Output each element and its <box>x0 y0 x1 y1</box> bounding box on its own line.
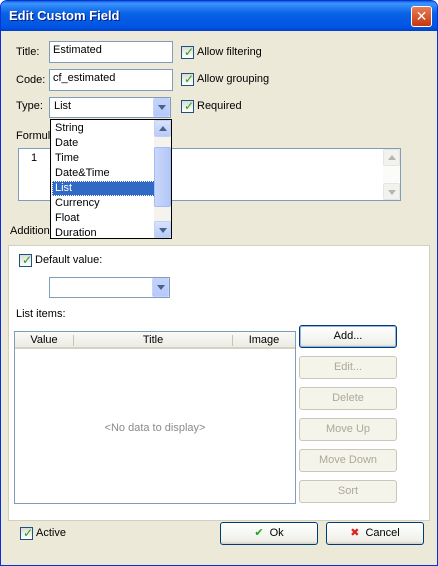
dropdown-scroll-down-button[interactable] <box>154 221 171 238</box>
default-value-select[interactable] <box>49 277 170 298</box>
dropdown-option-list[interactable]: List <box>52 181 155 196</box>
title-input[interactable]: Estimated <box>49 41 173 63</box>
chevron-down-icon <box>157 285 165 290</box>
chevron-up-icon <box>388 155 396 160</box>
edit-button[interactable]: Edit... <box>299 356 397 379</box>
default-value-label: Default value: <box>35 254 103 266</box>
type-dropdown-button[interactable] <box>153 98 170 117</box>
additional-label: Addition <box>10 225 50 237</box>
edit-custom-field-dialog: Edit Custom Field ✕ Title: Estimated Cod… <box>0 0 438 566</box>
column-header-image[interactable]: Image <box>233 334 295 346</box>
title-label: Title: <box>16 46 40 58</box>
sort-button[interactable]: Sort <box>299 480 397 503</box>
checkmark-icon: ✓ <box>184 99 195 113</box>
checkmark-icon: ✓ <box>23 526 34 540</box>
cancel-button-label: Cancel <box>365 527 400 539</box>
cancel-button[interactable]: ✖ Cancel <box>326 522 424 545</box>
close-button[interactable]: ✕ <box>411 6 432 27</box>
default-value-checkbox[interactable]: ✓ <box>19 254 32 267</box>
dropdown-option-duration[interactable]: Duration <box>52 226 155 241</box>
checkmark-icon: ✓ <box>184 45 195 59</box>
close-icon: ✕ <box>415 8 428 24</box>
ok-check-icon: ✔ <box>254 527 264 539</box>
active-checkbox[interactable]: ✓ <box>20 527 33 540</box>
dropdown-option-datetime[interactable]: Date&Time <box>52 166 155 181</box>
dropdown-option-currency[interactable]: Currency <box>52 196 155 211</box>
dropdown-option-time[interactable]: Time <box>52 151 155 166</box>
dropdown-option-float[interactable]: Float <box>52 211 155 226</box>
chevron-up-icon <box>159 126 167 131</box>
formula-scroll-up-button[interactable] <box>383 149 400 166</box>
required-checkbox[interactable]: ✓ <box>181 100 194 113</box>
code-label: Code: <box>16 74 46 86</box>
chevron-down-icon <box>158 105 166 110</box>
formula-line-number: 1 <box>31 152 38 164</box>
dropdown-scroll-thumb[interactable] <box>154 147 171 207</box>
ok-button-label: Ok <box>269 527 284 539</box>
formula-scrollbar[interactable] <box>383 149 400 200</box>
move-up-button[interactable]: Move Up <box>299 418 397 441</box>
active-label: Active <box>36 527 66 539</box>
add-button[interactable]: Add... <box>299 325 397 348</box>
column-header-title[interactable]: Title <box>74 334 232 346</box>
dropdown-scroll-up-button[interactable] <box>154 120 171 137</box>
default-value-dropdown-button[interactable] <box>152 278 169 297</box>
type-select-value: List <box>54 100 72 112</box>
allow-filtering-label: Allow filtering <box>197 46 262 58</box>
empty-grid-message: <No data to display> <box>104 422 206 434</box>
type-select[interactable]: List <box>49 97 171 118</box>
allow-filtering-checkbox[interactable]: ✓ <box>181 46 194 59</box>
code-input[interactable]: cf_estimated <box>49 69 173 91</box>
dialog-body: Title: Estimated Code: cf_estimated Type… <box>4 31 434 563</box>
chevron-down-icon <box>388 190 396 195</box>
dropdown-option-date[interactable]: Date <box>52 136 155 151</box>
dropdown-scrollbar[interactable] <box>154 120 171 238</box>
formula-label: Formul <box>16 130 51 142</box>
list-items-label: List items: <box>16 308 66 320</box>
checkmark-icon: ✓ <box>22 253 33 267</box>
delete-button[interactable]: Delete <box>299 387 397 410</box>
list-items-grid[interactable]: Value Title Image <No data to display> <box>14 331 296 504</box>
grid-header: Value Title Image <box>15 332 295 349</box>
title-bar[interactable]: Edit Custom Field ✕ <box>1 1 437 31</box>
window-title: Edit Custom Field <box>9 8 120 23</box>
cancel-x-icon: ✖ <box>350 527 360 539</box>
ok-button[interactable]: ✔ Ok <box>220 522 318 545</box>
chevron-down-icon <box>159 228 167 233</box>
type-label: Type: <box>16 100 43 112</box>
allow-grouping-label: Allow grouping <box>197 73 270 85</box>
move-down-button[interactable]: Move Down <box>299 449 397 472</box>
column-header-value[interactable]: Value <box>15 334 73 346</box>
required-label: Required <box>197 100 242 112</box>
allow-grouping-checkbox[interactable]: ✓ <box>181 73 194 86</box>
formula-scroll-down-button[interactable] <box>383 183 400 200</box>
type-dropdown-list[interactable]: String Date Time Date&Time List Currency… <box>50 119 172 239</box>
checkmark-icon: ✓ <box>184 72 195 86</box>
dropdown-option-string[interactable]: String <box>52 121 155 136</box>
